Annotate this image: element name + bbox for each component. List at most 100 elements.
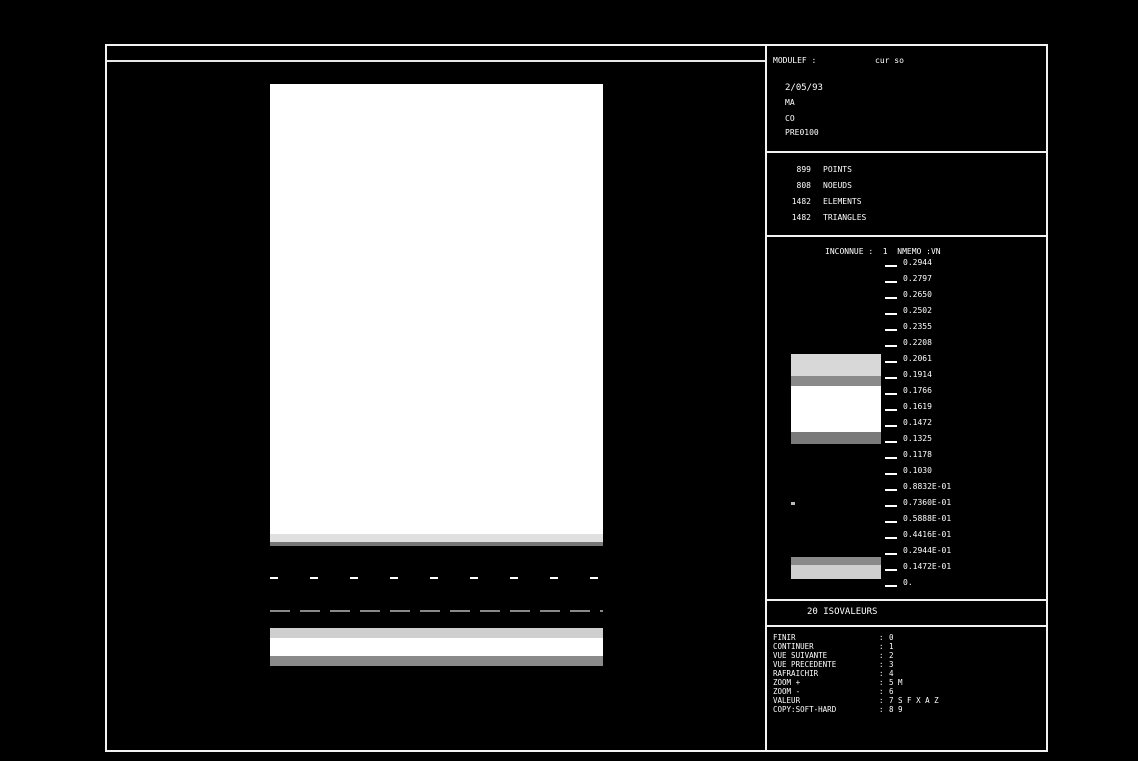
menu-item-valeur[interactable]: VALEUR:7 S F X A Z — [773, 696, 1043, 705]
menu-item-copy[interactable]: COPY:SOFT-HARD:8 9 — [773, 705, 1043, 714]
legend-tick — [885, 361, 897, 363]
menu-item-zoom-minus[interactable]: ZOOM -:6 — [773, 687, 1043, 696]
menu-separator: : — [879, 678, 884, 687]
legend-swatch — [791, 557, 881, 565]
legend-tick — [885, 489, 897, 491]
menu-separator: : — [879, 669, 884, 678]
legend-value: 0.1619 — [903, 402, 932, 411]
legend-tick — [885, 329, 897, 331]
menu-keys: 0 — [889, 633, 894, 642]
legend-value: 0.1178 — [903, 450, 932, 459]
header-line-3: PRE0100 — [785, 128, 819, 137]
legend-value: 0.8832E-01 — [903, 482, 952, 491]
menu-item-continuer[interactable]: CONTINUER:1 — [773, 642, 1043, 651]
legend-level: 0.1472E-01 — [885, 561, 1045, 573]
legend-value: 0.1766 — [903, 386, 932, 395]
legend-level: 0.2944E-01 — [885, 545, 1045, 557]
legend-value: 0.4416E-01 — [903, 530, 952, 539]
legend-value: 0.1472E-01 — [903, 562, 952, 571]
legend-level: 0.1619 — [885, 401, 1045, 413]
menu-label: VUE SUIVANTE — [773, 651, 828, 660]
legend-swatch — [791, 565, 881, 579]
menu-keys: 5 M — [889, 678, 903, 687]
legend-title: INCONNUE : 1 NMEMO :VN — [825, 247, 941, 256]
isovalues-count: 20 ISOVALEURS — [807, 607, 878, 617]
menu-label: VUE PRECEDENTE — [773, 660, 837, 669]
legend-level: 0. — [885, 577, 1045, 589]
legend-value: 0.2208 — [903, 338, 932, 347]
legend-value: 0.2502 — [903, 306, 932, 315]
legend-tick — [885, 537, 897, 539]
stat-count-points: 899 — [796, 165, 811, 174]
menu-label: CONTINUER — [773, 642, 814, 651]
legend-tick — [885, 425, 897, 427]
isovalue-band — [270, 628, 603, 638]
legend-value: 0.2061 — [903, 354, 932, 363]
menu-label: ZOOM - — [773, 687, 801, 696]
menu-item-zoom-plus[interactable]: ZOOM +:5 M — [773, 678, 1043, 687]
plot-area[interactable] — [107, 62, 765, 752]
legend-level: 0.5888E-01 — [885, 513, 1045, 525]
legend-value: 0.1325 — [903, 434, 932, 443]
menu-label: VALEUR — [773, 696, 801, 705]
menu-item-finir[interactable]: FINIR:0 — [773, 633, 1043, 642]
legend-box: INCONNUE : 1 NMEMO :VN 0.2944 0.2797 0.2… — [767, 237, 1048, 601]
menu-label: COPY:SOFT-HARD — [773, 705, 837, 714]
isovalues-box: 20 ISOVALEURS — [767, 601, 1048, 627]
legend-swatch — [791, 376, 881, 386]
menu-separator: : — [879, 660, 884, 669]
screen: MODULEF : cur so 2/05/93 MA CO PRE0100 8… — [0, 0, 1138, 761]
isovalue-band — [270, 656, 603, 666]
case-name: cur so — [875, 56, 904, 65]
menu-keys: 2 — [889, 651, 894, 660]
legend-level: 0.2502 — [885, 305, 1045, 317]
display-frame: MODULEF : cur so 2/05/93 MA CO PRE0100 8… — [105, 44, 1048, 752]
legend-tick — [885, 377, 897, 379]
legend-tick — [885, 505, 897, 507]
legend-tick — [885, 521, 897, 523]
legend-swatch — [791, 386, 881, 432]
legend-value: 0.1030 — [903, 466, 932, 475]
legend-swatch — [791, 432, 881, 444]
stats-box: 899 POINTS 808 NOEUDS 1482 ELEMENTS 1482… — [767, 153, 1048, 237]
legend-level: 0.2355 — [885, 321, 1045, 333]
menu-item-rafraichir[interactable]: RAFRAICHIR:4 — [773, 669, 1043, 678]
menu-item-vue-precedente[interactable]: VUE PRECEDENTE:3 — [773, 660, 1043, 669]
legend-level: 0.2061 — [885, 353, 1045, 365]
menu-separator: : — [879, 633, 884, 642]
date-label: 2/05/93 — [785, 83, 823, 93]
legend-swatch — [791, 502, 795, 505]
legend-level: 0.1178 — [885, 449, 1045, 461]
header-line-2: CO — [785, 114, 795, 123]
menu-keys: 1 — [889, 642, 894, 651]
menu-label: ZOOM + — [773, 678, 801, 687]
legend-tick — [885, 297, 897, 299]
stat-label-elements: ELEMENTS — [823, 197, 862, 206]
legend-tick — [885, 473, 897, 475]
legend-tick — [885, 553, 897, 555]
menu-keys: 6 — [889, 687, 894, 696]
legend-level: 0.2208 — [885, 337, 1045, 349]
stat-label-triangles: TRIANGLES — [823, 213, 867, 222]
menu-label: RAFRAICHIR — [773, 669, 819, 678]
menu-separator: : — [879, 687, 884, 696]
program-name: MODULEF : — [773, 56, 817, 65]
command-menu: FINIR:0 CONTINUER:1 VUE SUIVANTE:2 VUE P… — [767, 627, 1048, 748]
stat-count-triangles: 1482 — [791, 213, 811, 222]
legend-level: 0.1030 — [885, 465, 1045, 477]
menu-label: FINIR — [773, 633, 796, 642]
menu-item-vue-suivante[interactable]: VUE SUIVANTE:2 — [773, 651, 1043, 660]
legend-level: 0.8832E-01 — [885, 481, 1045, 493]
isovalue-dashes — [270, 577, 603, 579]
legend-level: 0.4416E-01 — [885, 529, 1045, 541]
legend-level: 0.7360E-01 — [885, 497, 1045, 509]
legend-value: 0.1914 — [903, 370, 932, 379]
legend-level: 0.1914 — [885, 369, 1045, 381]
isovalue-band-dark — [270, 546, 603, 628]
legend-level: 0.1766 — [885, 385, 1045, 397]
legend-swatch — [791, 354, 881, 376]
legend-value: 0.7360E-01 — [903, 498, 952, 507]
legend-level: 0.1472 — [885, 417, 1045, 429]
stat-label-points: POINTS — [823, 165, 852, 174]
legend-tick — [885, 393, 897, 395]
